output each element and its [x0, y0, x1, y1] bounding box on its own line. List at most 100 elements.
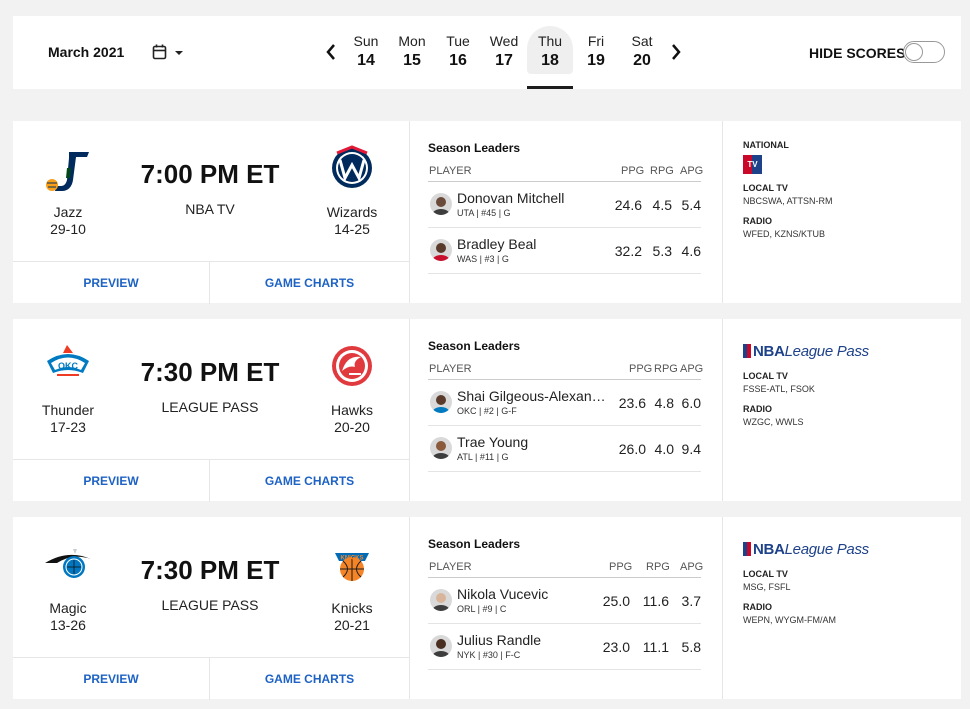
matchup[interactable]: Jazz 29-10 7:00 PM ET NBA TV Wizards 14-…: [13, 121, 409, 261]
hide-scores-label: HIDE SCORES: [809, 45, 906, 61]
day-wed[interactable]: Wed 17: [481, 16, 527, 89]
stat-ppg: 24.6: [614, 197, 642, 213]
chevron-left-icon: [326, 44, 335, 60]
col-player: PLAYER: [429, 561, 472, 573]
stat-rpg: 4.5: [652, 197, 672, 213]
player-meta: UTA | #45 | G: [457, 208, 511, 218]
divider: [722, 319, 723, 501]
local-tv-value: NBCSWA, ATTSN-RM: [743, 196, 833, 206]
calendar-picker-button[interactable]: [152, 43, 186, 63]
day-thu-selected[interactable]: Thu 18: [527, 16, 573, 89]
player-meta: OKC | #2 | G-F: [457, 406, 517, 416]
col-ppg: PPG: [621, 165, 645, 177]
next-week-button[interactable]: [670, 43, 682, 66]
home-team-record: 14-25: [334, 221, 370, 237]
col-ppg: PPG: [609, 561, 633, 573]
player-headshot: [430, 589, 452, 611]
thunder-logo-icon: OKC: [47, 345, 89, 376]
row-rule: [428, 669, 701, 670]
day-sun[interactable]: Sun 14: [343, 16, 389, 89]
col-ppg: PPG: [629, 363, 653, 375]
stat-apg: 9.4: [681, 441, 701, 457]
home-team-name: Hawks: [330, 402, 373, 418]
radio-label: RADIO: [743, 602, 772, 612]
stat-rpg: 11.1: [642, 639, 669, 655]
toggle-knob: [905, 43, 923, 61]
row-rule: [428, 471, 701, 472]
player-headshot: [430, 391, 452, 413]
row-rule: [428, 273, 701, 274]
player-name[interactable]: Shai Gilgeous-Alexander: [457, 388, 609, 404]
day-date: 19: [587, 52, 605, 69]
home-team-name: Knicks: [331, 600, 373, 616]
day-name: Sat: [631, 33, 653, 49]
preview-button[interactable]: PREVIEW: [13, 262, 210, 304]
radio-label: RADIO: [743, 404, 772, 414]
wizards-logo-icon: [332, 145, 372, 188]
nba-league-pass-logo-icon: NBALeague Pass: [743, 541, 869, 558]
season-leaders: Season Leaders PLAYER PPG RPG APG Shai G…: [428, 319, 703, 501]
day-fri[interactable]: Fri 19: [573, 16, 619, 89]
col-apg: APG: [680, 165, 704, 177]
game-time: 7:30 PM ET: [140, 555, 280, 585]
day-date: 20: [633, 52, 651, 69]
prev-week-button[interactable]: [325, 43, 337, 66]
stat-apg: 3.7: [681, 593, 701, 609]
stat-ppg: 32.2: [614, 243, 642, 259]
local-tv-value: FSSE-ATL, FSOK: [743, 384, 815, 394]
svg-text:OKC: OKC: [58, 361, 79, 371]
player-headshot: [430, 193, 452, 215]
matchup[interactable]: OKC Thunder 17-23 7:30 PM ET LEAGUE PASS…: [13, 319, 409, 459]
game-charts-button[interactable]: GAME CHARTS: [210, 658, 409, 700]
chevron-right-icon: [672, 44, 681, 60]
broadcast-info: NBALeague Pass LOCAL TV MSG, FSFL RADIO …: [743, 517, 953, 699]
player-name[interactable]: Julius Randle: [457, 632, 609, 648]
svg-text:KNICKS: KNICKS: [340, 556, 363, 562]
day-sat[interactable]: Sat 20: [619, 16, 665, 89]
divider: [409, 121, 410, 303]
row-rule: [428, 425, 701, 426]
stat-apg: 5.4: [681, 197, 701, 213]
radio-value: WEPN, WYGM-FM/AM: [743, 615, 836, 625]
national-label: NATIONAL: [743, 140, 789, 150]
magic-logo-icon: [45, 549, 91, 578]
row-rule: [428, 623, 701, 624]
away-team-name: Magic: [49, 600, 87, 616]
day-tue[interactable]: Tue 16: [435, 16, 481, 89]
player-name[interactable]: Nikola Vucevic: [457, 586, 609, 602]
season-leaders: Season Leaders PLAYER PPG RPG APG Donova…: [428, 121, 703, 303]
calendar-icon: [152, 44, 183, 60]
hide-scores-toggle[interactable]: [903, 41, 945, 63]
day-mon[interactable]: Mon 15: [389, 16, 435, 89]
day-date: 15: [403, 52, 421, 69]
game-charts-button[interactable]: GAME CHARTS: [210, 262, 409, 304]
stat-apg: 5.8: [681, 639, 701, 655]
game-network: LEAGUE PASS: [161, 597, 259, 613]
preview-button[interactable]: PREVIEW: [13, 658, 210, 700]
game-charts-button[interactable]: GAME CHARTS: [210, 460, 409, 502]
game-actions: PREVIEW GAME CHARTS: [13, 657, 409, 700]
col-rpg: RPG: [650, 165, 674, 177]
date-navigation-bar: March 2021 Sun 14 Mon 15 Tue 16 Wed 17 T…: [13, 16, 961, 89]
away-team-record: 29-10: [50, 221, 86, 237]
radio-label: RADIO: [743, 216, 772, 226]
day-name: Fri: [587, 33, 605, 49]
col-rpg: RPG: [654, 363, 678, 375]
day-name: Sun: [353, 33, 379, 49]
home-team-record: 20-20: [334, 419, 370, 435]
stat-rpg: 11.6: [642, 593, 669, 609]
player-meta: WAS | #3 | G: [457, 254, 509, 264]
divider: [409, 319, 410, 501]
leaders-title: Season Leaders: [428, 339, 521, 353]
matchup[interactable]: Magic 13-26 7:30 PM ET LEAGUE PASS KNICK…: [13, 517, 409, 657]
header-rule: [428, 379, 701, 380]
away-team-name: Thunder: [41, 402, 95, 418]
player-name[interactable]: Trae Young: [457, 434, 609, 450]
header-rule: [428, 181, 701, 182]
local-tv-label: LOCAL TV: [743, 183, 788, 193]
player-name[interactable]: Donovan Mitchell: [457, 190, 609, 206]
away-team-record: 17-23: [50, 419, 86, 435]
preview-button[interactable]: PREVIEW: [13, 460, 210, 502]
player-meta: ATL | #11 | G: [457, 452, 509, 462]
player-name[interactable]: Bradley Beal: [457, 236, 609, 252]
